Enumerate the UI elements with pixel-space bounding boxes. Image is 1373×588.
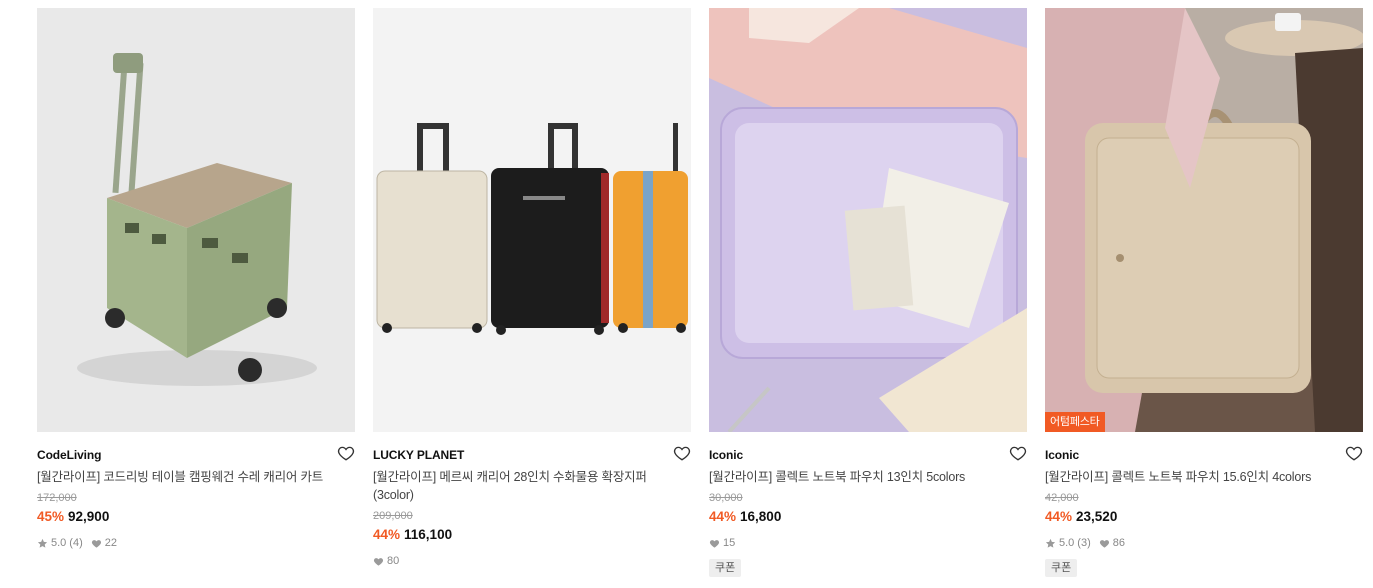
- likes-group: 15: [709, 536, 735, 550]
- brand-name[interactable]: LUCKY PLANET: [373, 446, 691, 464]
- product-meta: 15: [709, 536, 1027, 550]
- coupon-tag: 쿠폰: [1045, 559, 1078, 577]
- heart-filled-icon: [373, 556, 384, 567]
- product-info: CodeLiving [월간라이프] 코드리빙 테이블 캠핑웨건 수레 캐리어 …: [37, 432, 355, 550]
- likes-count: 15: [723, 537, 736, 549]
- rating-group: 5.0 (4): [37, 536, 83, 550]
- original-price: 42,000: [1045, 492, 1079, 504]
- star-icon: [37, 538, 48, 549]
- product-card[interactable]: CodeLiving [월간라이프] 코드리빙 테이블 캠핑웨건 수레 캐리어 …: [37, 8, 355, 550]
- product-meta: 80: [373, 554, 691, 568]
- product-card[interactable]: Iconic [월간라이프] 콜렉트 노트북 파우치 13인치 5colors …: [709, 8, 1027, 577]
- price-row: 45% 92,900: [37, 508, 355, 526]
- rating-value: 5.0: [51, 537, 67, 549]
- product-title[interactable]: [월간라이프] 코드리빙 테이블 캠핑웨건 수레 캐리어 카트: [37, 468, 355, 486]
- product-card[interactable]: 어텀페스타 Iconic [월간라이프] 콜렉트 노트북 파우치 15.6인치 …: [1045, 8, 1363, 577]
- likes-group: 80: [373, 554, 399, 568]
- product-title[interactable]: [월간라이프] 콜렉트 노트북 파우치 15.6인치 4colors: [1045, 468, 1363, 486]
- heart-outline-icon[interactable]: [337, 444, 355, 462]
- likes-group: 86: [1099, 536, 1125, 550]
- heart-outline-icon[interactable]: [1345, 444, 1363, 462]
- heart-filled-icon: [709, 538, 720, 549]
- discount-rate: 44%: [709, 509, 737, 524]
- heart-outline-icon[interactable]: [1009, 444, 1027, 462]
- cart-illustration: [37, 8, 355, 432]
- review-count: (3): [1077, 537, 1091, 549]
- price-row: 44% 16,800: [709, 508, 1027, 526]
- heart-filled-icon: [91, 538, 102, 549]
- original-price: 172,000: [37, 492, 77, 504]
- pouch-illustration: [1045, 8, 1363, 432]
- event-badge: 어텀페스타: [1045, 412, 1105, 432]
- product-image-lavender-pouch[interactable]: [709, 8, 1027, 432]
- rating-value: 5.0: [1059, 537, 1075, 549]
- heart-outline-icon[interactable]: [673, 444, 691, 462]
- price-row: 44% 23,520: [1045, 508, 1363, 526]
- product-image-suitcases[interactable]: [373, 8, 691, 432]
- sale-price: 23,520: [1076, 509, 1118, 524]
- brand-name[interactable]: CodeLiving: [37, 446, 355, 464]
- product-image-cart[interactable]: [37, 8, 355, 432]
- likes-count: 80: [387, 555, 400, 567]
- rating-group: 5.0 (3): [1045, 536, 1091, 550]
- original-price: 30,000: [709, 492, 743, 504]
- price-row: 44% 116,100: [373, 526, 691, 544]
- star-icon: [1045, 538, 1056, 549]
- product-info: Iconic [월간라이프] 콜렉트 노트북 파우치 13인치 5colors …: [709, 432, 1027, 577]
- sale-price: 92,900: [68, 509, 110, 524]
- product-grid: CodeLiving [월간라이프] 코드리빙 테이블 캠핑웨건 수레 캐리어 …: [0, 0, 1373, 588]
- product-title[interactable]: [월간라이프] 메르씨 캐리어 28인치 수화물용 확장지퍼 (3color): [373, 468, 691, 504]
- likes-count: 22: [104, 537, 117, 549]
- product-info: LUCKY PLANET [월간라이프] 메르씨 캐리어 28인치 수화물용 확…: [373, 432, 691, 568]
- product-meta: 5.0 (3) 86: [1045, 536, 1363, 550]
- product-image-beige-pouch[interactable]: 어텀페스타: [1045, 8, 1363, 432]
- sale-price: 116,100: [404, 527, 453, 542]
- product-card[interactable]: LUCKY PLANET [월간라이프] 메르씨 캐리어 28인치 수화물용 확…: [373, 8, 691, 568]
- coupon-tag: 쿠폰: [709, 559, 742, 577]
- pouch-illustration: [709, 8, 1027, 432]
- suitcases-illustration: [373, 8, 691, 432]
- review-count: (4): [69, 537, 83, 549]
- brand-name[interactable]: Iconic: [709, 446, 1027, 464]
- discount-rate: 45%: [37, 509, 65, 524]
- original-price: 209,000: [373, 510, 413, 522]
- discount-rate: 44%: [373, 527, 401, 542]
- product-meta: 5.0 (4) 22: [37, 536, 355, 550]
- product-info: Iconic [월간라이프] 콜렉트 노트북 파우치 15.6인치 4color…: [1045, 432, 1363, 577]
- discount-rate: 44%: [1045, 509, 1073, 524]
- sale-price: 16,800: [740, 509, 782, 524]
- brand-name[interactable]: Iconic: [1045, 446, 1363, 464]
- heart-filled-icon: [1099, 538, 1110, 549]
- likes-group: 22: [91, 536, 117, 550]
- likes-count: 86: [1112, 537, 1125, 549]
- product-title[interactable]: [월간라이프] 콜렉트 노트북 파우치 13인치 5colors: [709, 468, 1027, 486]
